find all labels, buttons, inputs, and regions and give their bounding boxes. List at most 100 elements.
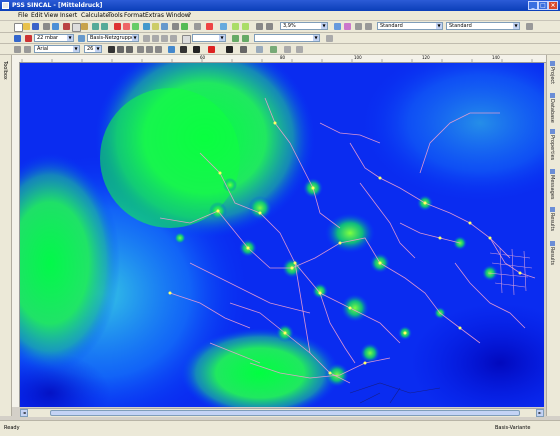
network-canvas[interactable] (20, 63, 544, 407)
snap-icon[interactable] (326, 35, 333, 42)
style-combo-2[interactable]: Standard ▼ (446, 22, 520, 30)
network-icon[interactable] (14, 35, 21, 42)
font-color-icon[interactable] (208, 46, 215, 53)
font-size-combo[interactable]: 26 ▼ (84, 45, 102, 53)
font-combo[interactable]: Arial ▼ (34, 45, 80, 53)
print-icon[interactable] (43, 23, 50, 30)
check-icon[interactable] (181, 23, 188, 30)
element-icon[interactable] (182, 35, 191, 44)
text-frame-icon[interactable] (24, 46, 31, 53)
menu-format[interactable]: Format (124, 12, 145, 19)
element-combo[interactable]: ▼ (192, 34, 226, 42)
tab-database-label: Database (549, 99, 555, 123)
chart-icon[interactable] (152, 23, 159, 30)
tab-results-2[interactable]: Results (549, 241, 555, 265)
menu-view[interactable]: View (44, 12, 58, 19)
menu-calculate[interactable]: Calculate (81, 12, 109, 19)
format-toolbar: Arial ▼ 26 ▼ (0, 44, 560, 55)
insert-node-icon[interactable] (232, 35, 239, 42)
menu-help[interactable]: ? (188, 12, 191, 19)
align-left-icon[interactable] (137, 46, 144, 53)
menu-window[interactable]: Window (166, 12, 190, 19)
layer-combo[interactable]: ▼ (254, 34, 320, 42)
zoom-in-icon[interactable] (232, 23, 239, 30)
open-icon[interactable] (23, 23, 30, 30)
zoom-combo[interactable]: 3,9% ▼ (280, 22, 328, 30)
layer-icon[interactable] (334, 23, 341, 30)
align-right-icon[interactable] (155, 46, 162, 53)
zoom-window-icon[interactable] (256, 23, 263, 30)
align-icon[interactable] (355, 23, 362, 30)
calculate-icon[interactable] (114, 23, 121, 30)
menu-file[interactable]: File (18, 12, 28, 19)
style-icon[interactable] (344, 23, 351, 30)
maximize-button[interactable]: □ (538, 1, 548, 10)
line-width-icon[interactable] (193, 46, 200, 53)
line-type-icon[interactable] (226, 46, 233, 53)
menu-insert[interactable]: Insert (60, 12, 77, 19)
scrollbar-thumb[interactable] (50, 410, 520, 416)
pressure-combo[interactable]: 22 mbar ▼ (34, 34, 74, 42)
pan-icon[interactable] (220, 23, 227, 30)
options-icon[interactable] (526, 23, 533, 30)
zoom-out-icon[interactable] (242, 23, 249, 30)
line-style-icon[interactable] (143, 35, 150, 42)
style-combo-1[interactable]: Standard ▼ (377, 22, 443, 30)
zoom-all-icon[interactable] (266, 23, 273, 30)
diagram-icon[interactable] (161, 23, 168, 30)
menu-tools[interactable]: Tools (108, 12, 123, 19)
font-value: Arial (37, 46, 49, 52)
minimize-button[interactable]: _ (528, 1, 538, 10)
tab-toolbox[interactable]: Toolbox (2, 61, 8, 80)
undo-icon[interactable] (92, 23, 99, 30)
group-objects-icon[interactable] (270, 46, 277, 53)
bold-icon[interactable] (108, 46, 115, 53)
menu-extras[interactable]: Extras (145, 12, 164, 19)
tab-database[interactable]: Database (549, 93, 555, 123)
group-combo[interactable]: Basis-Netzgruppe ▼ (87, 34, 139, 42)
new-icon[interactable] (14, 23, 23, 32)
tab-project[interactable]: Project (549, 61, 555, 84)
node-icon[interactable] (25, 35, 32, 42)
redo-icon[interactable] (101, 23, 108, 30)
grid-icon[interactable] (365, 23, 372, 30)
tab-messages[interactable]: Messages (549, 169, 555, 200)
save-icon[interactable] (32, 23, 39, 30)
insert-line-icon[interactable] (242, 35, 249, 42)
scroll-right-arrow-icon[interactable]: ► (536, 409, 544, 417)
menu-edit[interactable]: Edit (31, 12, 43, 19)
table-icon[interactable] (143, 23, 150, 30)
rotate-icon[interactable] (284, 46, 291, 53)
chevron-down-icon: ▼ (513, 23, 519, 29)
italic-icon[interactable] (117, 46, 124, 53)
copy-icon[interactable] (72, 23, 81, 32)
tab-properties[interactable]: Properties (549, 129, 555, 160)
horizontal-scrollbar[interactable]: ◄ ► (20, 408, 544, 417)
shadow-icon[interactable] (161, 35, 168, 42)
style-combo-2-value: Standard (449, 23, 472, 29)
project-icon (549, 61, 555, 66)
cut-icon[interactable] (63, 23, 70, 30)
paste-icon[interactable] (81, 23, 88, 30)
align-center-icon[interactable] (146, 46, 153, 53)
results-icon[interactable] (132, 23, 139, 30)
line-color-icon[interactable] (180, 46, 187, 53)
tab-results[interactable]: Results (549, 207, 555, 231)
scroll-left-arrow-icon[interactable]: ◄ (20, 409, 28, 417)
chevron-down-icon: ▼ (219, 35, 225, 41)
layout-icon[interactable] (256, 46, 263, 53)
filter-icon[interactable] (172, 23, 179, 30)
group-icon[interactable] (78, 35, 85, 42)
fill-icon[interactable] (152, 35, 159, 42)
text-icon[interactable] (14, 46, 21, 53)
close-button[interactable]: × (548, 1, 558, 10)
border-icon[interactable] (170, 35, 177, 42)
stop-icon[interactable] (123, 23, 130, 30)
underline-icon[interactable] (126, 46, 133, 53)
pencil-icon[interactable] (296, 46, 303, 53)
preview-icon[interactable] (52, 23, 59, 30)
measure-icon[interactable] (206, 23, 213, 30)
select-icon[interactable] (194, 23, 201, 30)
fill-color-icon[interactable] (168, 46, 175, 53)
arrow-style-icon[interactable] (240, 46, 247, 53)
